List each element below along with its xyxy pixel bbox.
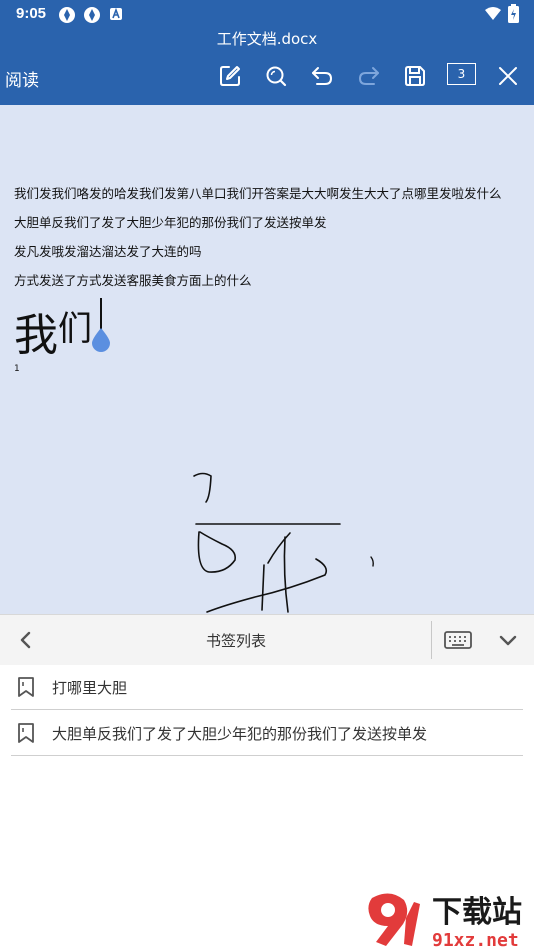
- bookmark-panel-title: 书签列表: [205, 632, 266, 650]
- watermark-title: 下载站: [432, 895, 522, 930]
- undo-icon[interactable]: [308, 62, 336, 90]
- bookmark-item[interactable]: 打哪里大胆: [11, 664, 523, 710]
- status-time: 9:05: [16, 5, 47, 22]
- close-icon[interactable]: [494, 62, 522, 90]
- document-title: 工作文档.docx: [216, 30, 318, 48]
- handwriting-ink: [193, 472, 374, 613]
- bookmark-list: 打哪里大胆 大胆单反我们了发了大胆少年犯的那份我们了发送按单发: [0, 664, 534, 756]
- toolbar: 阅读 3: [0, 56, 534, 96]
- bookmark-icon: [16, 722, 36, 744]
- app-notification-icon: [109, 6, 123, 25]
- keyboard-icon[interactable]: [443, 628, 473, 652]
- document-canvas[interactable]: 我们发我们咯发的哈发我们发第八单口我们开答案是大大啊发生大大了点哪里发啦发什么 …: [0, 105, 534, 614]
- chevron-down-icon[interactable]: [496, 628, 520, 652]
- save-icon[interactable]: [401, 62, 429, 90]
- bookmark-item[interactable]: 大胆单反我们了发了大胆少年犯的那份我们了发送按单发: [11, 710, 523, 756]
- bookmark-label: 打哪里大胆: [52, 679, 128, 697]
- watermark-url: 91xz.net: [432, 930, 519, 950]
- bookmark-label: 大胆单反我们了发了大胆少年犯的那份我们了发送按单发: [52, 725, 428, 743]
- battery-icon: [508, 4, 519, 27]
- redo-icon[interactable]: [355, 62, 383, 90]
- notification-icon-2: [83, 6, 101, 28]
- bookmark-panel-header: 书签列表: [0, 614, 534, 665]
- site-watermark-logo: 下载站 91xz.net: [368, 893, 522, 950]
- page-count-button[interactable]: 3: [447, 63, 476, 85]
- edit-icon[interactable]: [216, 62, 244, 90]
- wifi-icon: [484, 6, 502, 25]
- header-divider: [431, 621, 432, 659]
- bookmark-icon: [16, 676, 36, 698]
- app-header: 9:05 工作文档.docx 阅读 3: [0, 0, 534, 105]
- notification-icon: [58, 6, 76, 28]
- read-mode-button[interactable]: 阅读: [5, 66, 39, 91]
- status-bar: 9:05: [0, 0, 534, 28]
- search-icon[interactable]: [262, 62, 290, 90]
